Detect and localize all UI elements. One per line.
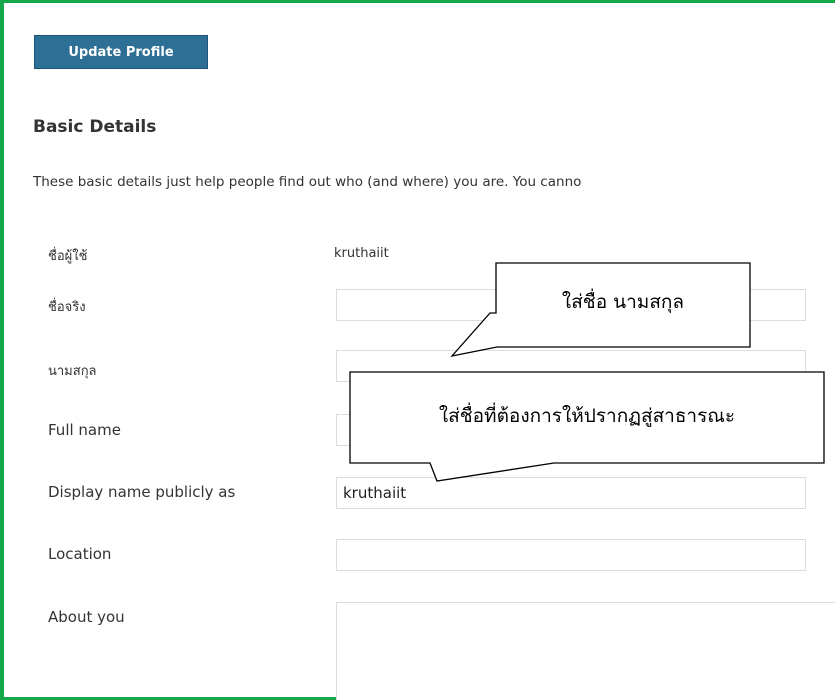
fullname-label: Full name xyxy=(48,421,121,439)
fullname-field[interactable] xyxy=(336,414,806,446)
username-label: ชื่อผู้ใช้ xyxy=(48,249,88,264)
about-label: About you xyxy=(48,608,125,626)
lastname-field[interactable] xyxy=(336,350,806,382)
section-intro: These basic details just help people fin… xyxy=(33,174,582,190)
display-name-label: Display name publicly as xyxy=(48,483,236,501)
firstname-label: ชื่อจริง xyxy=(48,300,86,315)
section-title: Basic Details xyxy=(33,117,157,137)
about-field[interactable] xyxy=(336,602,835,700)
location-field[interactable] xyxy=(336,539,806,571)
firstname-field[interactable] xyxy=(336,289,806,321)
lastname-label: นามสกุล xyxy=(48,364,97,379)
location-label: Location xyxy=(48,545,112,563)
display-name-field[interactable] xyxy=(336,477,806,509)
username-value: kruthaiit xyxy=(334,246,389,261)
update-profile-button[interactable]: Update Profile xyxy=(34,35,208,69)
